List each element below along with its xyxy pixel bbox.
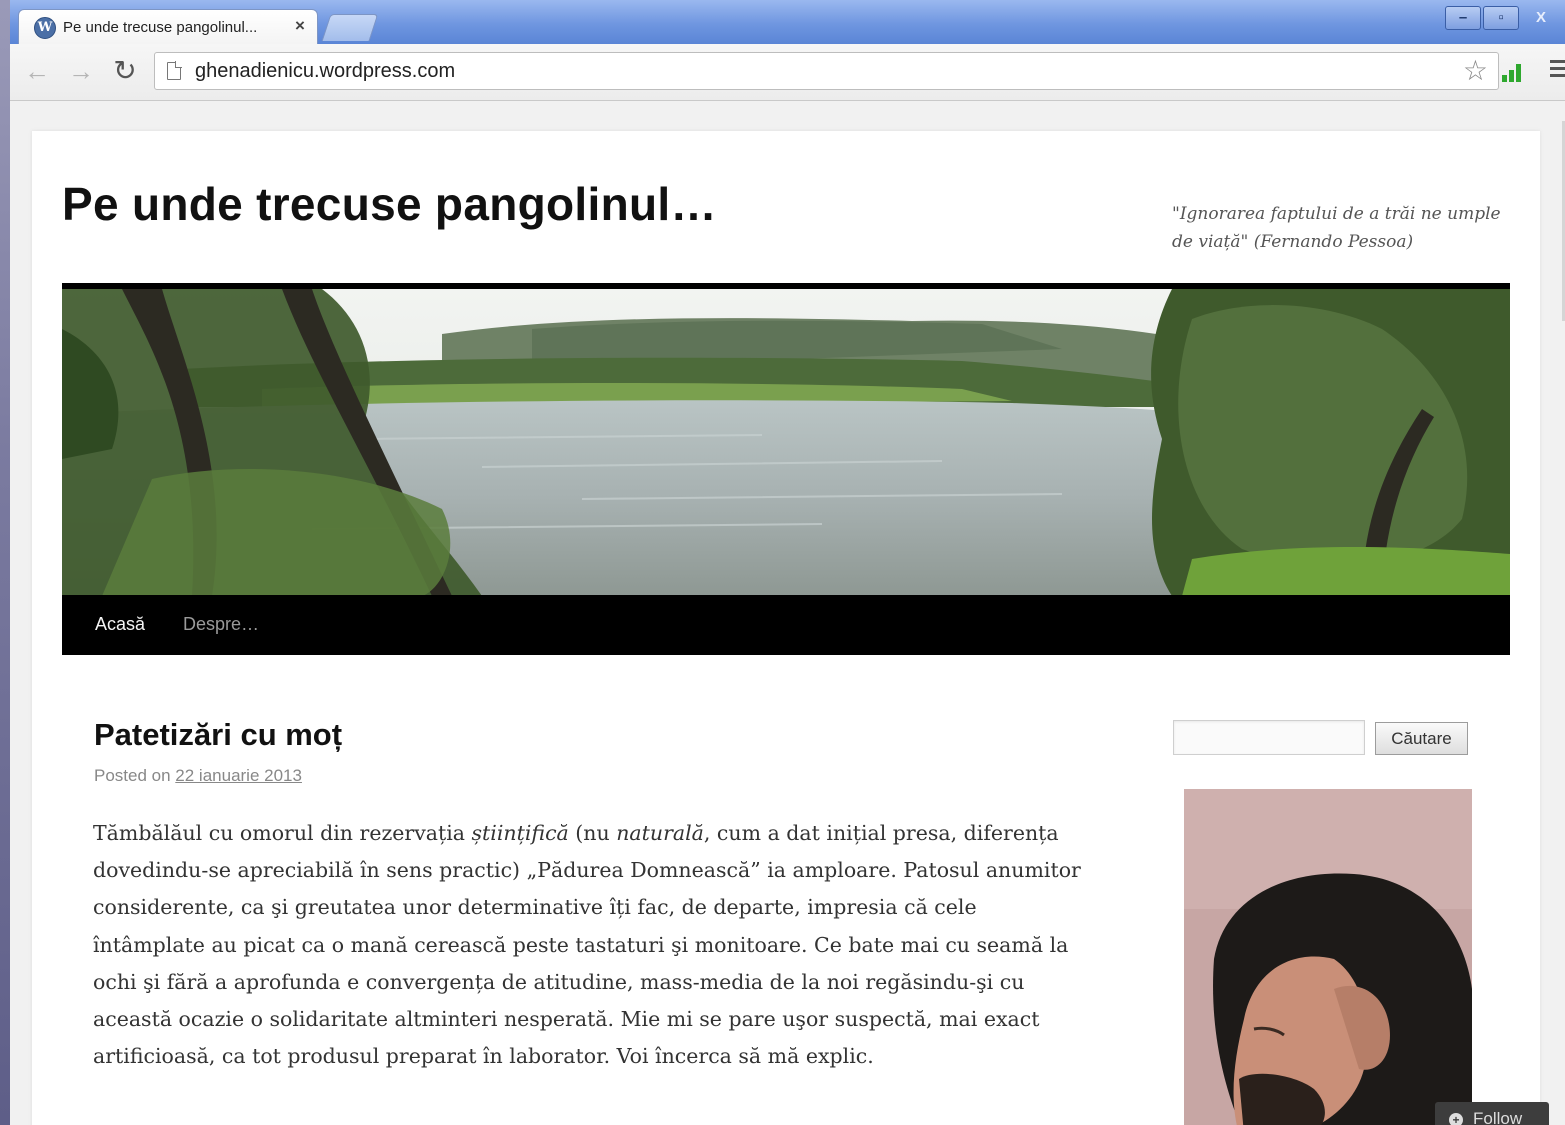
browser-titlebar: W Pe unde trecuse pangolinul... × – ▫ X (10, 0, 1565, 44)
post-title[interactable]: Patetizări cu moț (94, 717, 342, 753)
site-title[interactable]: Pe unde trecuse pangolinul… (62, 177, 717, 231)
search-input[interactable] (1173, 720, 1365, 755)
wordpress-icon: W (34, 17, 56, 39)
post-text: Tămbălăul cu omorul din rezervația (93, 821, 472, 845)
reload-icon[interactable]: ↻ (110, 56, 140, 86)
post-content: Tămbălăul cu omorul din rezervația știin… (93, 815, 1083, 1075)
header-image (62, 283, 1510, 602)
profile-photo (1184, 789, 1472, 1125)
minimize-button[interactable]: – (1445, 6, 1481, 30)
new-tab-button[interactable] (321, 14, 379, 41)
follow-button[interactable]: + Follow (1435, 1102, 1549, 1125)
browser-tab-active[interactable]: W Pe unde trecuse pangolinul... × (18, 9, 318, 44)
tab-title: Pe unde trecuse pangolinul... (63, 19, 258, 36)
post-text: (nu (568, 821, 617, 845)
post-date-link[interactable]: 22 ianuarie 2013 (175, 766, 302, 785)
close-window-button[interactable]: X (1521, 6, 1561, 30)
post-text-emphasis: științifică (471, 821, 569, 845)
main-navigation: Acasă Despre… (62, 595, 1510, 655)
url-text[interactable]: ghenadienicu.wordpress.com (195, 60, 455, 83)
post-meta: Posted on 22 ianuarie 2013 (94, 766, 302, 786)
search-button[interactable]: Căutare (1375, 722, 1468, 755)
post-text-emphasis: naturală (616, 821, 704, 845)
post-text: , cum a dat inițial presa, diferența dov… (93, 821, 1081, 1069)
plus-icon: + (1449, 1113, 1463, 1125)
page-icon (167, 61, 182, 80)
restore-button[interactable]: ▫ (1483, 6, 1519, 30)
page-container: Pe unde trecuse pangolinul… "Ignorarea f… (32, 131, 1540, 1125)
window-controls: – ▫ X (1443, 6, 1561, 32)
star-icon[interactable]: ☆ (1463, 57, 1488, 85)
browser-toolbar: ← → ↻ ghenadienicu.wordpress.com ☆ (10, 44, 1565, 101)
desktop-background (0, 0, 10, 1125)
address-bar[interactable]: ghenadienicu.wordpress.com ☆ (154, 52, 1499, 90)
nav-item-home[interactable]: Acasă (95, 614, 145, 635)
post-meta-prefix: Posted on (94, 766, 171, 785)
hamburger-menu-icon[interactable] (1550, 60, 1565, 80)
browser-window: W Pe unde trecuse pangolinul... × – ▫ X … (10, 0, 1565, 1125)
nav-item-about[interactable]: Despre… (183, 614, 259, 635)
site-description: "Ignorarea faptului de a trăi ne umple d… (1172, 204, 1501, 252)
back-arrow-icon[interactable]: ← (22, 56, 52, 86)
page-viewport: Pe unde trecuse pangolinul… "Ignorarea f… (10, 101, 1565, 1125)
tab-close-icon[interactable]: × (295, 16, 305, 36)
follow-label: Follow (1473, 1109, 1523, 1125)
forward-arrow-icon[interactable]: → (66, 56, 96, 86)
signal-bars-icon[interactable] (1500, 58, 1526, 84)
